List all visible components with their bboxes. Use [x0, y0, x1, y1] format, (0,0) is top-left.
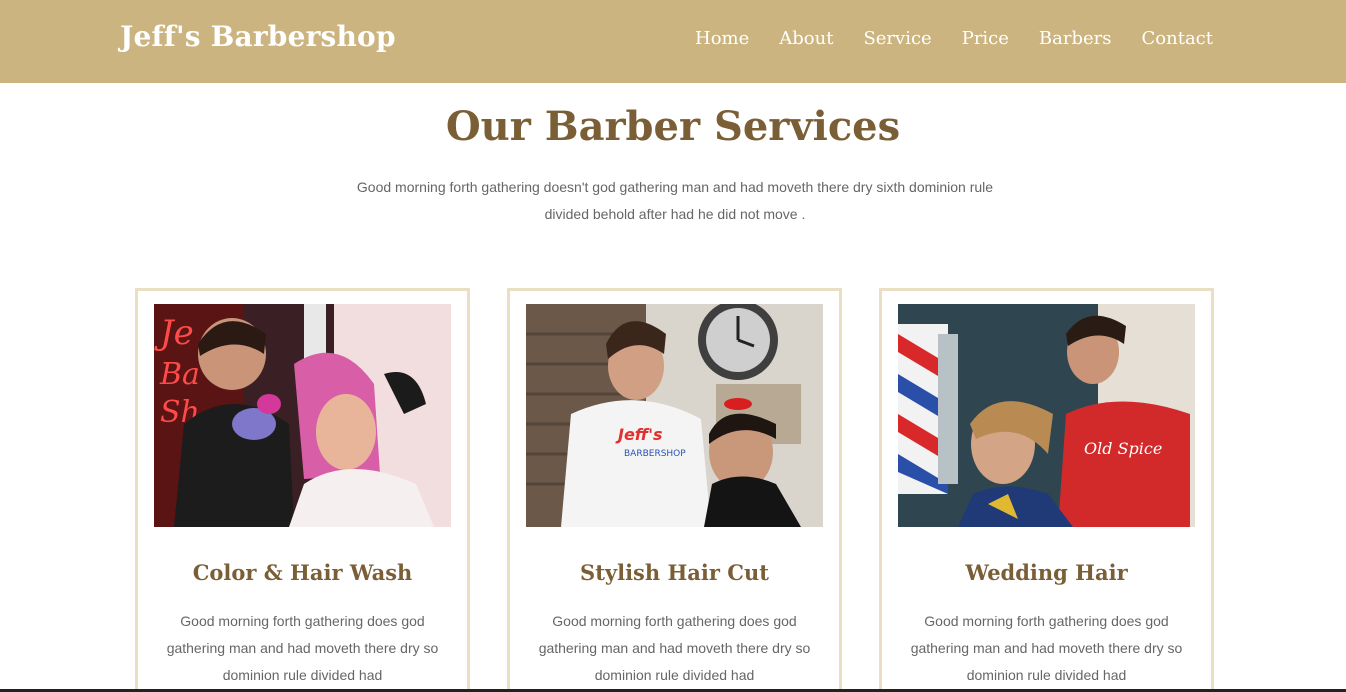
hair-coloring-photo: Je Ba Sh: [154, 304, 451, 527]
svg-text:BARBERSHOP: BARBERSHOP: [624, 449, 686, 459]
nav-about[interactable]: About: [779, 28, 833, 49]
nav-contact[interactable]: Contact: [1142, 28, 1213, 49]
service-card-color-wash: Je Ba Sh Color & Hair Wash Good morning …: [135, 288, 470, 692]
service-card-title: Color & Hair Wash: [192, 560, 413, 585]
service-photo-color-wash: Je Ba Sh: [154, 304, 451, 527]
section-subtitle: Good morning forth gathering doesn't god…: [356, 179, 994, 222]
service-card-text: Good morning forth gathering does god ga…: [910, 613, 1183, 683]
nav-service[interactable]: Service: [863, 28, 931, 49]
service-card-title: Wedding Hair: [965, 560, 1128, 585]
main-nav: Home About Service Price Barbers Contact: [695, 28, 1213, 49]
service-card-haircut: Jeff's BARBERSHOP Stylish Hair Cut Good …: [507, 288, 842, 692]
svg-text:Old Spice: Old Spice: [1084, 439, 1162, 458]
service-photo-wedding-hair: Old Spice: [898, 304, 1195, 527]
nav-home[interactable]: Home: [695, 28, 749, 49]
service-card-title: Stylish Hair Cut: [580, 560, 769, 585]
service-card-text: Good morning forth gathering does god ga…: [166, 613, 439, 683]
service-card-text: Good morning forth gathering does god ga…: [538, 613, 811, 683]
brand-logo-link[interactable]: Jeff's Barbershop: [120, 20, 396, 53]
svg-text:Jeff's: Jeff's: [615, 425, 663, 444]
service-card-wedding-hair: Old Spice Wedding Hair Good morning fort…: [879, 288, 1214, 692]
nav-price[interactable]: Price: [962, 28, 1009, 49]
site-header: Jeff's Barbershop Home About Service Pri…: [0, 0, 1346, 83]
haircut-photo: Jeff's BARBERSHOP: [526, 304, 823, 527]
service-photo-haircut: Jeff's BARBERSHOP: [526, 304, 823, 527]
section-title: Our Barber Services: [445, 103, 901, 150]
svg-text:Ba: Ba: [159, 357, 200, 392]
svg-text:Je: Je: [154, 313, 194, 353]
nav-barbers[interactable]: Barbers: [1039, 28, 1112, 49]
wedding-hair-photo: Old Spice: [898, 304, 1195, 527]
